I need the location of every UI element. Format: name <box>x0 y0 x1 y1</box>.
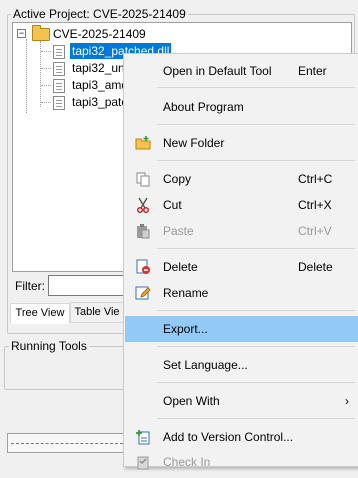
menu-item-check-in: Check In <box>126 450 357 474</box>
menu-separator <box>157 160 355 161</box>
filter-input[interactable] <box>48 275 130 296</box>
new-folder-icon <box>135 135 151 151</box>
filter-label: Filter: <box>15 279 45 293</box>
menu-item-about-program[interactable]: About Program <box>126 95 357 119</box>
progress-bar <box>7 433 127 453</box>
menu-separator <box>157 248 355 249</box>
delete-icon <box>135 259 151 275</box>
menu-item-new-folder[interactable]: New Folder <box>126 131 357 155</box>
active-project-title: Active Project: CVE-2025-21409 <box>11 7 188 21</box>
tab-tree-view[interactable]: Tree View <box>10 303 70 324</box>
menu-item-set-language[interactable]: Set Language... <box>126 353 357 377</box>
tab-table-view[interactable]: Table Vie <box>70 302 124 323</box>
menu-item-delete[interactable]: Delete Delete <box>126 255 357 279</box>
tree-root-label[interactable]: CVE-2025-21409 <box>53 26 146 42</box>
menu-item-add-to-version-control[interactable]: Add to Version Control... <box>126 425 357 449</box>
menu-separator <box>157 87 355 88</box>
menu-item-copy[interactable]: Copy Ctrl+C <box>126 167 357 191</box>
add-to-version-control-icon <box>135 429 151 445</box>
tree-file-item[interactable]: tapi3_patc <box>72 94 127 110</box>
copy-icon <box>135 171 151 187</box>
menu-item-paste: Paste Ctrl+V <box>126 219 357 243</box>
menu-item-open-default-tool[interactable]: Open in Default Tool Enter <box>126 59 357 83</box>
folder-icon <box>32 25 50 41</box>
menu-separator <box>157 310 355 311</box>
menu-item-export[interactable]: Export... <box>125 316 358 342</box>
context-menu: Open in Default Tool Enter About Program… <box>123 53 358 470</box>
check-in-icon <box>135 454 151 470</box>
scissors-icon <box>135 197 151 214</box>
menu-item-rename[interactable]: Rename <box>126 281 357 305</box>
file-icon <box>53 96 65 110</box>
menu-item-cut[interactable]: Cut Ctrl+X <box>126 193 357 217</box>
paste-icon <box>135 223 151 239</box>
tree-file-item[interactable]: tapi3_amd <box>72 77 128 93</box>
file-icon <box>53 62 65 76</box>
menu-separator <box>157 382 355 383</box>
rename-icon <box>135 285 151 301</box>
collapse-toggle-icon[interactable]: − <box>17 29 26 38</box>
submenu-arrow-icon: › <box>345 394 349 408</box>
file-icon <box>53 45 65 59</box>
menu-separator <box>157 346 355 347</box>
file-icon <box>53 79 65 93</box>
menu-separator <box>157 124 355 125</box>
menu-item-open-with[interactable]: Open With › <box>126 389 357 413</box>
running-tools-title: Running Tools <box>9 339 89 353</box>
menu-separator <box>157 418 355 419</box>
